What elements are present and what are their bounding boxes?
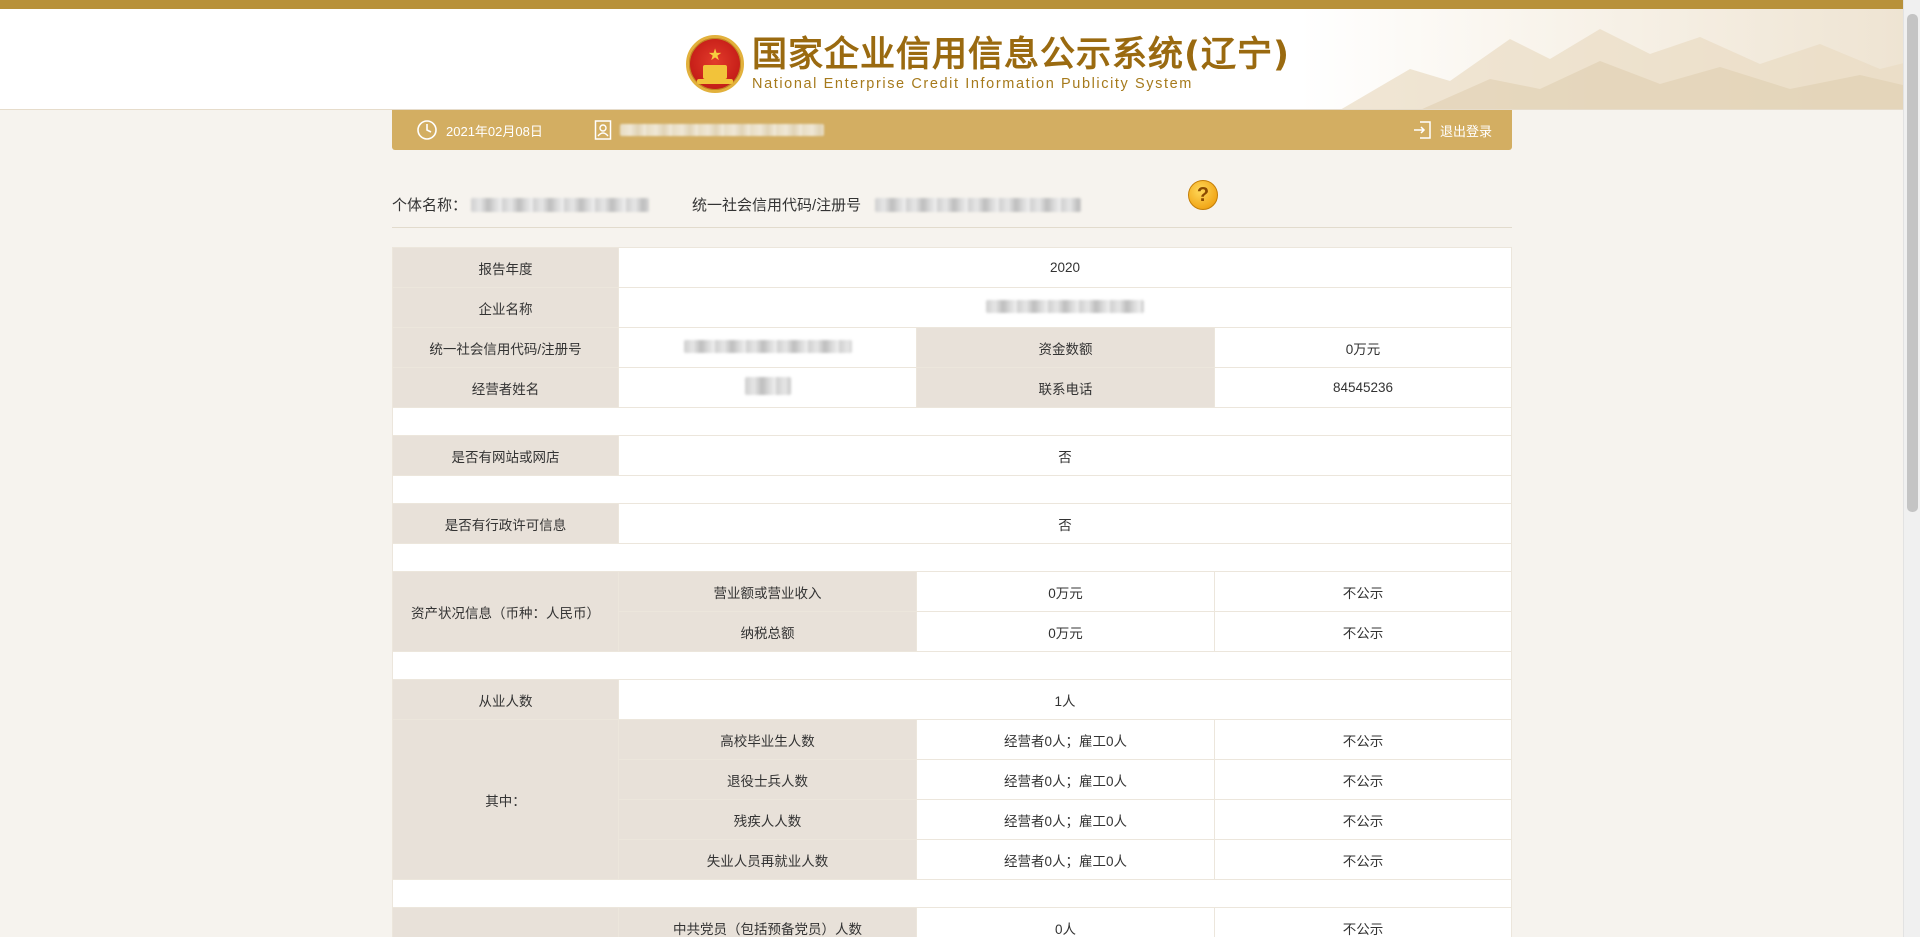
site-title: 国家企业信用信息公示系统(辽宁) — [752, 35, 1290, 75]
table-row: 资产状况信息（币种：人民币） 营业额或营业收入 0万元 不公示 — [392, 571, 1512, 652]
graduates-label: 高校毕业生人数 — [618, 719, 917, 760]
phone-label: 联系电话 — [916, 367, 1215, 408]
table-row: 经营者姓名 联系电话 84545236 — [392, 367, 1512, 408]
website-label: 是否有网站或网店 — [392, 435, 619, 476]
revenue-value: 0万元 — [916, 571, 1215, 612]
website-value: 否 — [618, 435, 1512, 476]
phone-value: 84545236 — [1214, 367, 1512, 408]
disabled-public: 不公示 — [1214, 799, 1512, 840]
national-emblem-icon: ★ — [686, 35, 744, 93]
table-row: 统一社会信用代码/注册号 资金数额 0万元 — [392, 327, 1512, 368]
table-row: 是否有网站或网店 否 — [392, 435, 1512, 476]
current-date: 2021年02月08日 — [416, 119, 543, 141]
site-subtitle: National Enterprise Credit Information P… — [752, 76, 1193, 92]
veterans-value: 经营者0人；雇工0人 — [916, 759, 1215, 800]
logout-icon — [1413, 121, 1431, 139]
operator-name-label: 经营者姓名 — [392, 367, 619, 408]
veterans-label: 退役士兵人数 — [618, 759, 917, 800]
license-label: 是否有行政许可信息 — [392, 503, 619, 544]
entity-code-redacted — [875, 197, 1082, 212]
table-row: 从业人数 1人 — [392, 679, 1512, 720]
license-value: 否 — [618, 503, 1512, 544]
page-scrollbar[interactable] — [1903, 0, 1920, 937]
scrollbar-thumb[interactable] — [1907, 14, 1918, 512]
capital-label: 资金数额 — [916, 327, 1215, 368]
reemployed-value: 经营者0人；雇工0人 — [916, 839, 1215, 880]
employees-value: 1人 — [618, 679, 1512, 720]
reemployed-label: 失业人员再就业人数 — [618, 839, 917, 880]
entity-name-redacted — [471, 197, 650, 212]
date-text: 2021年02月08日 — [446, 123, 543, 139]
reemployed-public: 不公示 — [1214, 839, 1512, 880]
table-spacer — [392, 407, 1512, 436]
logout-label: 退出登录 — [1439, 123, 1492, 139]
entity-name-label: 个体名称： — [392, 197, 468, 214]
revenue-public: 不公示 — [1214, 571, 1512, 612]
report-year-label: 报告年度 — [392, 247, 619, 288]
company-name-redacted — [986, 299, 1144, 313]
veterans-public: 不公示 — [1214, 759, 1512, 800]
table-row: 企业名称 — [392, 287, 1512, 328]
header-mountain-illustration — [1300, 9, 1920, 109]
report-year-value: 2020 — [618, 247, 1512, 288]
table-row: 报告年度 2020 — [392, 247, 1512, 288]
table-spacer — [392, 651, 1512, 680]
user-bar: 2021年02月08日 退出登录 — [392, 110, 1512, 150]
top-accent-bar — [0, 0, 1920, 9]
party-members-value: 0人 — [916, 907, 1215, 937]
table-row: 其中： 高校毕业生人数 经营者0人；雇工0人 不公示 — [392, 719, 1512, 880]
clock-icon — [417, 120, 437, 140]
among-label: 其中： — [392, 719, 619, 880]
revenue-label: 营业额或营业收入 — [618, 571, 917, 612]
operator-name-value — [618, 367, 917, 408]
table-spacer — [392, 543, 1512, 572]
logout-button[interactable]: 退出登录 — [1412, 120, 1492, 140]
employees-label: 从业人数 — [392, 679, 619, 720]
capital-value: 0万元 — [1214, 327, 1512, 368]
site-header: ★ 国家企业信用信息公示系统(辽宁) National Enterprise C… — [0, 9, 1920, 110]
table-row: 是否有行政许可信息 否 — [392, 503, 1512, 544]
user-card-icon — [594, 120, 612, 140]
help-icon[interactable]: ? — [1188, 180, 1218, 210]
entity-info-line: 个体名称： 统一社会信用代码/注册号 — [392, 182, 1512, 228]
table-spacer — [392, 879, 1512, 908]
tax-value: 0万元 — [916, 611, 1215, 652]
credit-code-value — [618, 327, 917, 368]
site-logo[interactable]: ★ 国家企业信用信息公示系统(辽宁) National Enterprise C… — [686, 29, 1290, 99]
entity-code-label: 统一社会信用代码/注册号 — [692, 197, 862, 214]
credit-code-redacted — [683, 339, 852, 353]
disabled-label: 残疾人人数 — [618, 799, 917, 840]
graduates-public: 不公示 — [1214, 719, 1512, 760]
table-row: 中共党员（包括预备党员）人数 0人 不公示 — [392, 907, 1512, 937]
entity-code-field: 统一社会信用代码/注册号 — [692, 194, 1082, 215]
tax-public: 不公示 — [1214, 611, 1512, 652]
username-redacted — [620, 124, 824, 136]
graduates-value: 经营者0人；雇工0人 — [916, 719, 1215, 760]
party-members-public: 不公示 — [1214, 907, 1512, 937]
tax-label: 纳税总额 — [618, 611, 917, 652]
operator-name-redacted — [744, 377, 791, 395]
table-spacer — [392, 475, 1512, 504]
company-name-value — [618, 287, 1512, 328]
annual-report-table: 报告年度 2020 企业名称 统一社会信用代码/注册号 资金数额 0万元 经营者… — [392, 247, 1512, 937]
company-name-label: 企业名称 — [392, 287, 619, 328]
party-group-label — [392, 907, 619, 937]
party-members-label: 中共党员（包括预备党员）人数 — [618, 907, 917, 937]
assets-label: 资产状况信息（币种：人民币） — [392, 571, 619, 652]
disabled-value: 经营者0人；雇工0人 — [916, 799, 1215, 840]
entity-name-field: 个体名称： — [392, 194, 650, 215]
credit-code-label: 统一社会信用代码/注册号 — [392, 327, 619, 368]
current-user — [594, 119, 824, 141]
